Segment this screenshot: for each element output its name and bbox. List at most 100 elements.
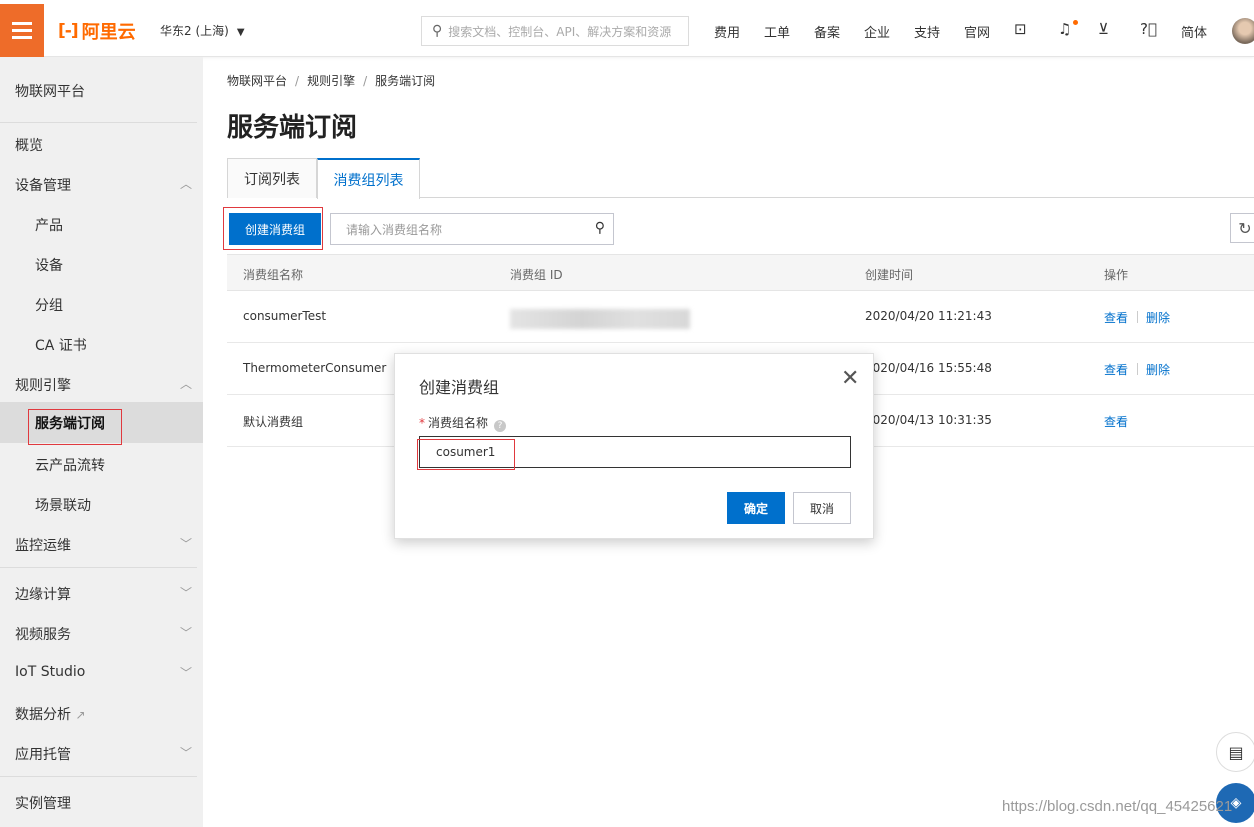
- avatar[interactable]: [1232, 18, 1254, 44]
- divider: [0, 776, 197, 777]
- brand-name: 阿里云: [81, 22, 136, 43]
- sidebar: 物联网平台 概览 设备管理 ︿ 产品 设备 分组 CA 证书 规则引擎 ︿ 服务…: [0, 57, 203, 827]
- help-icon[interactable]: ?: [494, 420, 507, 432]
- sidebar-item-scene-link[interactable]: 场景联动: [35, 495, 91, 515]
- refresh-icon[interactable]: ↻: [1230, 213, 1254, 243]
- tab-subscription-list[interactable]: 订阅列表: [227, 158, 317, 198]
- search-icon[interactable]: ⚲: [595, 220, 605, 236]
- chevron-down-icon: ﹀: [180, 537, 193, 551]
- created-time: 2020/04/20 11:21:43: [865, 309, 992, 323]
- nav-icp[interactable]: 备案: [814, 22, 840, 41]
- top-bar: [-] 阿里云 华东2 (上海) ▼ ⚲ 搜索文档、控制台、API、解决方案和资源…: [0, 0, 1254, 57]
- aliyun-logo-mark: [-]: [58, 21, 79, 41]
- view-link[interactable]: 查看: [1104, 309, 1128, 326]
- highlight-box: [417, 439, 515, 470]
- sidebar-item-overview[interactable]: 概览: [15, 135, 43, 155]
- confirm-button[interactable]: 确定: [727, 492, 785, 524]
- nav-enterprise[interactable]: 企业: [864, 22, 890, 41]
- highlight-box: [28, 409, 122, 445]
- chevron-up-icon: ︿: [180, 377, 193, 391]
- tab-bar: 订阅列表 消费组列表: [227, 158, 1254, 199]
- sidebar-item-device[interactable]: 设备: [35, 255, 63, 275]
- sidebar-item-app-hosting[interactable]: 应用托管: [15, 744, 71, 764]
- action-separator: [1137, 363, 1138, 375]
- created-time: 2020/04/13 10:31:35: [865, 413, 992, 427]
- feedback-icon[interactable]: ▤: [1216, 732, 1254, 772]
- cancel-button[interactable]: 取消: [793, 492, 851, 524]
- nav-tickets[interactable]: 工单: [764, 22, 790, 41]
- column-header: 创建时间: [865, 268, 914, 282]
- external-link-icon: ↗: [75, 708, 86, 722]
- consumer-group-name: 默认消费组: [243, 415, 304, 429]
- nav-billing[interactable]: 费用: [714, 22, 740, 41]
- consumer-group-search-input[interactable]: 请输入消费组名称 ⚲: [330, 213, 614, 245]
- sidebar-item-rule-engine[interactable]: 规则引擎: [15, 375, 71, 395]
- action-separator: [1137, 311, 1138, 323]
- notification-dot: [1073, 20, 1078, 25]
- breadcrumb-item[interactable]: 物联网平台: [227, 74, 287, 88]
- sidebar-item-iot-studio[interactable]: IoT Studio: [15, 664, 85, 680]
- chevron-down-icon: ﹀: [180, 666, 193, 680]
- table-header: 消费组名称 消费组 ID 创建时间 操作: [227, 254, 1254, 291]
- page-title: 服务端订阅: [227, 113, 358, 143]
- view-link[interactable]: 查看: [1104, 413, 1128, 430]
- bell-icon[interactable]: ♫: [1058, 20, 1071, 38]
- delete-link[interactable]: 删除: [1146, 309, 1170, 326]
- search-placeholder: 请输入消费组名称: [346, 222, 443, 237]
- sidebar-item-group[interactable]: 分组: [35, 295, 63, 315]
- divider: [0, 567, 197, 568]
- terminal-icon[interactable]: ⊡: [1014, 20, 1027, 38]
- sidebar-item-device-mgmt[interactable]: 设备管理: [15, 175, 71, 195]
- created-time: 2020/04/16 15:55:48: [865, 361, 992, 375]
- watermark: https://blog.csdn.net/qq_45425621: [1002, 798, 1233, 815]
- chevron-down-icon: ﹀: [180, 626, 193, 640]
- aliyun-logo[interactable]: [-] 阿里云: [58, 18, 136, 44]
- dialog-title: 创建消费组: [419, 378, 500, 397]
- chevron-up-icon: ︿: [180, 177, 193, 191]
- consumer-group-name: ThermometerConsumer: [243, 361, 387, 375]
- close-icon[interactable]: ✕: [841, 368, 859, 390]
- table-row: consumerTest 2020/04/20 11:21:43 查看 删除: [227, 291, 1254, 343]
- breadcrumb-item[interactable]: 规则引擎: [307, 74, 355, 88]
- column-header: 消费组名称: [243, 268, 304, 282]
- region-selector[interactable]: 华东2 (上海) ▼: [160, 22, 245, 39]
- highlight-box: [223, 207, 323, 250]
- required-marker: *: [419, 416, 425, 430]
- sidebar-item-monitor-ops[interactable]: 监控运维: [15, 535, 71, 555]
- global-search-input[interactable]: ⚲ 搜索文档、控制台、API、解决方案和资源: [421, 16, 689, 46]
- field-label-text: 消费组名称: [428, 416, 489, 430]
- help-circle-icon[interactable]: ?⃝: [1140, 20, 1157, 38]
- field-label: * 消费组名称?: [419, 414, 507, 432]
- cart-icon[interactable]: ⊻: [1098, 20, 1109, 38]
- breadcrumb: 物联网平台 / 规则引擎 / 服务端订阅: [227, 72, 435, 89]
- blurred-id: [510, 309, 690, 329]
- divider: [0, 122, 197, 123]
- sidebar-item-data-analysis[interactable]: 数据分析 ↗: [15, 704, 86, 724]
- sidebar-item-video-service[interactable]: 视频服务: [15, 624, 71, 644]
- sidebar-item-product[interactable]: 产品: [35, 215, 63, 235]
- chevron-down-icon: ﹀: [180, 746, 193, 760]
- chevron-down-icon: ﹀: [180, 586, 193, 600]
- sidebar-item-data-analysis-label: 数据分析: [15, 707, 71, 723]
- menu-icon[interactable]: [0, 4, 44, 57]
- breadcrumb-item: 服务端订阅: [375, 74, 436, 88]
- column-header: 操作: [1104, 268, 1129, 282]
- tab-consumer-group-list[interactable]: 消费组列表: [317, 158, 420, 199]
- global-search-placeholder: 搜索文档、控制台、API、解决方案和资源: [448, 24, 672, 39]
- delete-link[interactable]: 删除: [1146, 361, 1170, 378]
- sidebar-title: 物联网平台: [15, 84, 85, 100]
- nav-support[interactable]: 支持: [914, 22, 940, 41]
- nav-official-site[interactable]: 官网: [964, 22, 990, 41]
- view-link[interactable]: 查看: [1104, 361, 1128, 378]
- sidebar-item-edge-compute[interactable]: 边缘计算: [15, 584, 71, 604]
- region-label: 华东2 (上海): [160, 24, 229, 38]
- breadcrumb-separator: /: [363, 74, 368, 88]
- consumer-group-name: consumerTest: [243, 309, 327, 323]
- sidebar-item-instance-mgmt[interactable]: 实例管理: [15, 793, 71, 813]
- sidebar-item-cloud-flow[interactable]: 云产品流转: [35, 455, 105, 475]
- search-icon: ⚲: [432, 23, 443, 39]
- language-switch[interactable]: 简体: [1181, 22, 1207, 41]
- column-header: 消费组 ID: [510, 268, 563, 282]
- caret-down-icon: ▼: [236, 27, 245, 38]
- sidebar-item-ca-cert[interactable]: CA 证书: [35, 335, 87, 355]
